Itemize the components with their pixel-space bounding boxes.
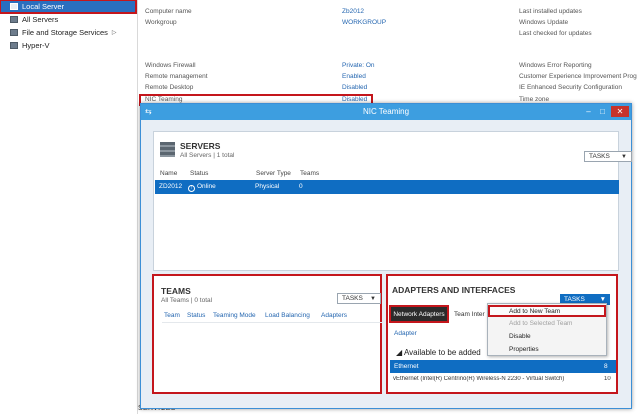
teams-tasks-button[interactable]: TASKS ▼ — [337, 293, 381, 304]
adapter-name: vEthernet (Intel(R) Centrino(R) Wireless… — [393, 376, 565, 382]
nav-item-all-servers[interactable]: All Servers — [0, 13, 136, 26]
prop-right-label: Time zone — [519, 96, 550, 103]
list-item[interactable]: vEthernet (Intel(R) Centrino(R) Wireless… — [390, 376, 616, 388]
chevron-down-icon: ▼ — [599, 296, 606, 303]
prop-key-firewall: Windows Firewall — [145, 62, 196, 69]
prop-key-computer-name: Computer name — [145, 8, 192, 15]
server-name-cell: ZD2012 — [159, 183, 183, 190]
menu-item-properties[interactable]: Properties — [488, 344, 606, 356]
column-header-load-balancing[interactable]: Load Balancing — [265, 312, 310, 319]
menu-item-add-to-new-team[interactable]: Add to New Team — [488, 305, 606, 317]
servers-panel: SERVERS All Servers | 1 total TASKS ▼ Na… — [153, 131, 632, 271]
prop-value-workgroup[interactable]: WORKGROUP — [342, 19, 386, 26]
prop-value-remote-mgmt[interactable]: Enabled — [342, 73, 366, 80]
prop-key-workgroup: Workgroup — [145, 19, 177, 26]
table-row[interactable]: ZD2012 ↑ Online Physical 0 — [155, 180, 619, 194]
column-header-teaming-mode[interactable]: Teaming Mode — [213, 312, 256, 319]
nav-item-label: Local Server — [22, 2, 65, 11]
minimize-button[interactable]: – — [582, 106, 595, 117]
prop-right-label: Windows Update — [519, 19, 569, 26]
adapter-value: 8 — [604, 363, 608, 370]
column-header-server-type[interactable]: Server Type — [256, 170, 291, 177]
nav-item-local-server[interactable]: Local Server — [0, 0, 137, 14]
nav-item-label: All Servers — [22, 15, 59, 24]
server-teams-cell: 0 — [299, 183, 303, 190]
prop-right-label: Windows Error Reporting — [519, 62, 592, 69]
column-header-status[interactable]: Status — [187, 312, 205, 319]
column-header-team[interactable]: Team — [164, 312, 180, 319]
servers-icon — [160, 142, 175, 157]
prop-value-remote-desktop[interactable]: Disabled — [342, 84, 367, 91]
prop-right-label: Last installed updates — [519, 8, 582, 15]
chevron-down-icon: ▼ — [621, 153, 627, 160]
chevron-right-icon: ▷ — [111, 30, 117, 36]
server-manager-nav: Local Server All Servers File and Storag… — [0, 0, 138, 414]
server-status-cell: ↑ Online — [188, 183, 216, 192]
group-header-label: Available to be added — [403, 348, 481, 357]
nav-item-label: File and Storage Services — [22, 28, 108, 37]
servers-title: SERVERS — [180, 141, 221, 151]
tasks-context-menu: Add to New Team Add to Selected Team Dis… — [487, 303, 607, 356]
server-type-cell: Physical — [255, 183, 280, 190]
list-item[interactable]: Ethernet 8 — [390, 360, 616, 373]
dialog-title: NIC Teaming — [362, 107, 410, 116]
chevron-down-icon: ▼ — [370, 295, 376, 302]
column-header-status[interactable]: Status — [190, 170, 208, 177]
dialog-titlebar[interactable]: ⇆ NIC Teaming – □ ✕ — [141, 104, 631, 120]
column-header-name[interactable]: Name — [160, 170, 177, 177]
prop-value-computer-name[interactable]: Zb2012 — [342, 8, 364, 15]
maximize-button[interactable]: □ — [596, 106, 609, 117]
adapter-name: Ethernet — [394, 363, 419, 370]
prop-key-remote-desktop: Remote Desktop — [145, 84, 194, 91]
servers-subtitle: All Servers | 1 total — [180, 152, 235, 159]
adapter-value: 10 — [604, 376, 611, 382]
servers-tasks-button[interactable]: TASKS ▼ — [584, 151, 632, 162]
group-header-available[interactable]: ◢ Available to be added — [396, 348, 481, 357]
server-status-text: Online — [197, 183, 216, 190]
teams-title: TEAMS — [161, 286, 191, 296]
tasks-label: TASKS — [564, 296, 585, 303]
hyperv-icon — [10, 42, 18, 49]
server-icon — [10, 3, 18, 10]
prop-right-label: Last checked for updates — [519, 30, 592, 37]
menu-item-disable[interactable]: Disable — [488, 331, 606, 343]
menu-item-add-to-selected-team: Add to Selected Team — [509, 320, 573, 327]
teams-list[interactable] — [162, 322, 382, 392]
column-header-teams[interactable]: Teams — [300, 170, 319, 177]
prop-key-remote-mgmt: Remote management — [145, 73, 208, 80]
servers-icon — [10, 16, 18, 23]
online-status-icon: ↑ — [188, 185, 195, 192]
tab-network-adapters[interactable]: Network Adapters — [389, 305, 449, 323]
nav-item-hyper-v[interactable]: Hyper-V — [0, 39, 136, 52]
tasks-label: TASKS — [589, 153, 610, 160]
column-header-adapters[interactable]: Adapters — [321, 312, 347, 319]
teams-subtitle: All Teams | 0 total — [161, 297, 213, 304]
teams-panel: TEAMS All Teams | 0 total TASKS ▼ Team S… — [152, 274, 382, 394]
column-header-adapter[interactable]: Adapter — [394, 330, 417, 337]
nic-teaming-dialog: ⇆ NIC Teaming – □ ✕ SERVERS All Servers … — [140, 103, 632, 409]
prop-right-label: Customer Experience Improvement Prog — [519, 73, 637, 80]
tab-team-interfaces[interactable]: Team Inter — [454, 311, 485, 318]
close-button[interactable]: ✕ — [611, 106, 629, 117]
adapters-title: ADAPTERS AND INTERFACES — [392, 285, 516, 295]
nav-item-label: Hyper-V — [22, 41, 50, 50]
prop-value-firewall[interactable]: Private: On — [342, 62, 375, 69]
nav-item-file-storage[interactable]: File and Storage Services ▷ — [0, 26, 136, 39]
storage-icon — [10, 29, 18, 36]
tasks-label: TASKS — [342, 295, 363, 302]
collapse-triangle-icon: ◢ — [396, 348, 403, 357]
prop-right-label: IE Enhanced Security Configuration — [519, 84, 622, 91]
